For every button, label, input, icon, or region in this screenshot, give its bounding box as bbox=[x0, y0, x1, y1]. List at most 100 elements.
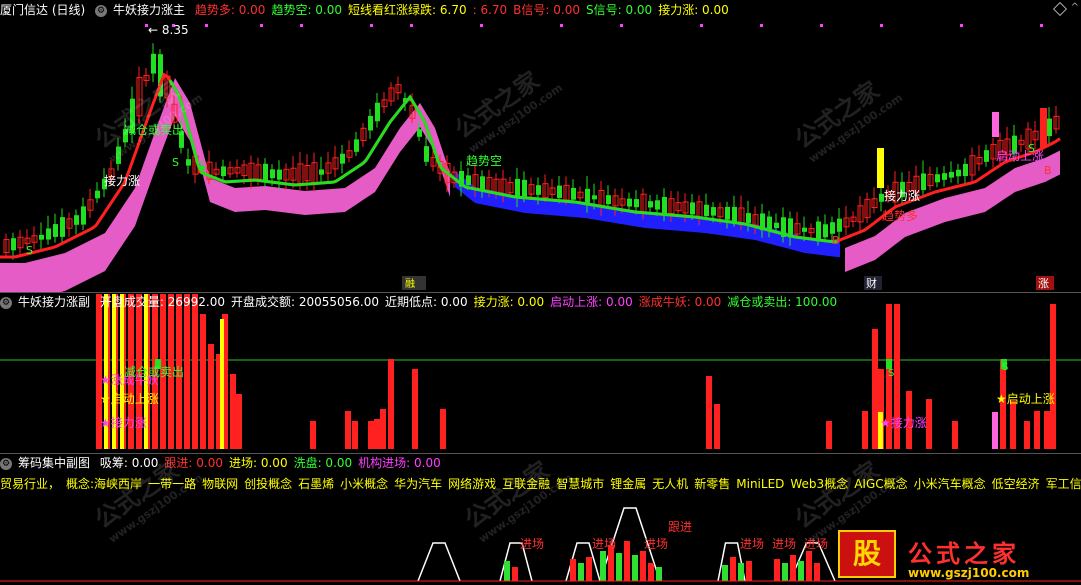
chip-bar bbox=[814, 563, 820, 581]
signal-label: ★接力涨 bbox=[100, 415, 147, 430]
main-chart-pane[interactable]: ← 8.35 接力涨 减仓或卖出 趋势空 接力涨 趋势多 启动上涨 S S S B B 融财涨 厦门信达… bbox=[0, 0, 1081, 292]
candle-body bbox=[774, 222, 779, 229]
candle-body bbox=[571, 187, 576, 200]
chip-label: 进场 bbox=[772, 537, 796, 551]
indicator-bar bbox=[230, 374, 236, 449]
main-indicator-header: 厦门信达 (日线) ⚙ 牛妖接力涨主 趋势多: 0.00 趋势空: 0.00 短线看红… bbox=[0, 0, 1081, 20]
signal-bar bbox=[992, 112, 999, 137]
main-field: 短线看红涨绿跌: 6.70 bbox=[348, 3, 467, 17]
candle-body bbox=[942, 173, 947, 180]
indicator-bar bbox=[1034, 411, 1040, 449]
candle-body bbox=[963, 163, 968, 177]
settings-gear-icon[interactable]: ⚙ bbox=[0, 296, 12, 309]
main-field: B信号: 0.00 bbox=[513, 3, 580, 17]
candle-body bbox=[186, 159, 191, 166]
candle-body bbox=[935, 174, 940, 183]
indicator-bar bbox=[380, 409, 386, 449]
indicator-bar bbox=[388, 359, 394, 449]
candle-body bbox=[480, 176, 485, 190]
indicator-bar bbox=[862, 411, 868, 449]
signal-dot bbox=[960, 24, 963, 27]
signal-dot bbox=[560, 24, 563, 27]
candle-body bbox=[557, 185, 562, 198]
logo-mark: 股 bbox=[838, 530, 896, 578]
settings-gear-icon[interactable]: ⚙ bbox=[95, 4, 108, 17]
signal-dot bbox=[760, 24, 763, 27]
main-price-chart[interactable]: ← 8.35接力涨减仓或卖出趋势空接力涨趋势多启动上涨SSSBB融财涨 bbox=[0, 0, 1081, 292]
chip-indicator-name[interactable]: 筹码集中副图 bbox=[18, 456, 90, 470]
indicator-bar bbox=[184, 294, 190, 449]
candle-body bbox=[984, 150, 989, 162]
candle-body bbox=[823, 224, 828, 238]
candle-body bbox=[830, 222, 835, 234]
sub-indicator-values: 开盘成交量: 26992.00 开盘成交额: 20055056.00 近期低点: 0… bbox=[100, 295, 843, 309]
indicator-bar bbox=[310, 421, 316, 449]
chip-bar bbox=[616, 553, 622, 581]
chip-outline bbox=[417, 542, 461, 582]
sub-indicator-chart[interactable]: ★涨成牛妖★启动上涨★接力涨减仓或卖出★启动上涨★接力涨SS bbox=[0, 292, 1081, 453]
concept-tag: 锂金属 bbox=[610, 477, 647, 491]
annotation-label: 接力涨 bbox=[884, 188, 920, 203]
candle-body bbox=[627, 198, 632, 207]
candle-body bbox=[837, 218, 842, 232]
candle-body bbox=[1040, 108, 1047, 148]
candle-body bbox=[46, 228, 51, 240]
indicator-bar bbox=[714, 404, 720, 449]
indicator-bar bbox=[200, 314, 206, 449]
indicator-bar bbox=[208, 344, 214, 449]
signal-s: S bbox=[888, 368, 894, 379]
indicator-bar bbox=[236, 394, 242, 449]
annotation-label: 趋势空 bbox=[466, 154, 502, 168]
indicator-bar bbox=[952, 421, 958, 449]
site-logo: 股 公式之家 www.gszj100.com bbox=[838, 530, 1080, 584]
candle-body bbox=[746, 213, 751, 224]
candle-body bbox=[277, 169, 282, 180]
indicator-bar bbox=[1010, 401, 1016, 449]
chip-bar bbox=[600, 551, 606, 581]
sub-field: 减仓或卖出: 100.00 bbox=[727, 295, 838, 309]
chip-bar bbox=[512, 567, 518, 581]
indicator-bar bbox=[826, 421, 832, 449]
candle-body bbox=[74, 215, 79, 225]
signal-dot bbox=[480, 24, 483, 27]
signal-dot bbox=[620, 24, 623, 27]
annotation-label: 启动上涨 bbox=[996, 148, 1044, 163]
stock-symbol[interactable]: 厦门信达 (日线) bbox=[0, 3, 85, 17]
candle-body bbox=[725, 206, 730, 220]
candle-body bbox=[354, 139, 359, 152]
chip-bar bbox=[640, 551, 646, 581]
candle-body bbox=[375, 102, 380, 122]
concept-tag: MiniLED bbox=[736, 477, 785, 491]
signal-dot bbox=[820, 24, 823, 27]
chip-field: 洗盘: 0.00 bbox=[293, 456, 353, 470]
candle-body bbox=[81, 206, 86, 225]
candle-body bbox=[60, 217, 65, 237]
signal-dot bbox=[205, 24, 208, 27]
signal-s: S bbox=[1028, 142, 1035, 155]
candle-body bbox=[151, 53, 156, 74]
concept-tag: 华为汽车 bbox=[394, 477, 443, 491]
chevron-up-icon[interactable]: ^ bbox=[1071, 2, 1079, 13]
signal-dot bbox=[260, 24, 263, 27]
candle-body bbox=[704, 204, 709, 216]
indicator-bar bbox=[374, 419, 380, 449]
signal-b: B bbox=[1044, 164, 1052, 177]
candle-body bbox=[802, 227, 807, 232]
candle-body bbox=[732, 206, 737, 223]
signal-b: B bbox=[832, 234, 840, 247]
sub-indicator-name[interactable]: 牛妖接力涨副 bbox=[18, 295, 90, 309]
main-indicator-name[interactable]: 牛妖接力涨主 bbox=[113, 3, 185, 17]
chip-bar bbox=[806, 551, 812, 581]
candle-body bbox=[263, 163, 268, 182]
chip-label: 进场 bbox=[740, 537, 764, 551]
candle-body bbox=[522, 179, 527, 198]
candle-body bbox=[592, 195, 597, 200]
logo-url: www.gszj100.com bbox=[908, 566, 1030, 580]
chip-bar bbox=[722, 565, 728, 581]
settings-gear-icon[interactable]: ⚙ bbox=[0, 457, 12, 470]
candle-body bbox=[270, 169, 275, 179]
indicator-bar bbox=[872, 329, 878, 449]
trend-ribbon-pink bbox=[0, 78, 450, 292]
sub-indicator-pane[interactable]: ★涨成牛妖 ★启动上涨 ★接力涨 减仓或卖出 ★启动上涨 ★接力涨 S S ⚙ 牛妖接力涨副 开… bbox=[0, 292, 1081, 453]
chip-field: 进场: 0.00 bbox=[229, 456, 288, 470]
